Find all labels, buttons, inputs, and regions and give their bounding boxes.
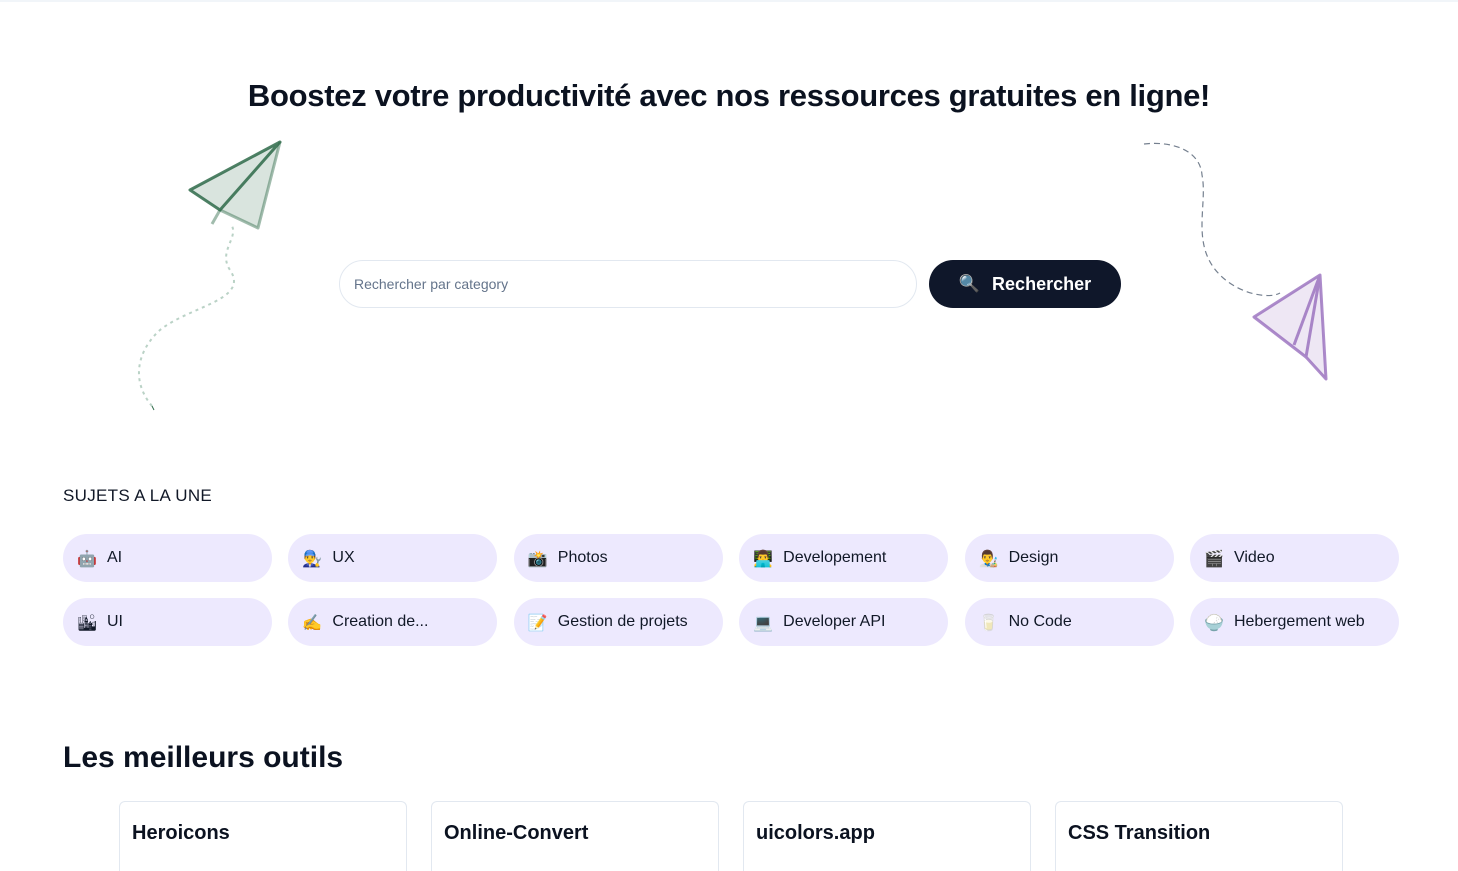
artist-icon: 👨‍🎨 xyxy=(978,548,999,568)
topic-chip-creation[interactable]: ✍️ Creation de... xyxy=(288,598,498,646)
search-input[interactable] xyxy=(339,260,917,308)
topic-chip-label: Hebergement web xyxy=(1233,613,1365,630)
hero-title: Boostez votre productivité avec nos ress… xyxy=(247,78,1211,113)
topic-chip-label: Gestion de projets xyxy=(557,613,688,630)
topic-chip-developer-api[interactable]: 💻 Developer API xyxy=(739,598,949,646)
tool-card-css-transition[interactable]: CSS Transition xyxy=(1055,801,1343,871)
memo-icon: 📝 xyxy=(527,612,548,632)
top-divider xyxy=(0,0,1458,2)
search-button[interactable]: 🔍 Rechercher xyxy=(929,260,1121,308)
topic-chip-label: No Code xyxy=(1008,613,1072,630)
rice-bowl-icon: 🍚 xyxy=(1203,612,1224,632)
topic-chip-developement[interactable]: 👨‍💻 Developement xyxy=(739,534,949,582)
clapper-board-icon: 🎬 xyxy=(1203,548,1224,568)
mechanic-icon: 👨‍🔧 xyxy=(302,548,323,568)
tool-cards: Heroicons Online-Convert uicolors.app CS… xyxy=(119,801,1343,871)
tool-card-title: uicolors.app xyxy=(756,822,875,844)
paper-plane-left-icon xyxy=(137,140,282,411)
tool-card-title: Heroicons xyxy=(132,822,230,844)
featured-topics-label: SUJETS A LA UNE xyxy=(63,486,213,505)
topic-chip-label: UX xyxy=(332,549,355,566)
tool-card-heroicons[interactable]: Heroicons xyxy=(119,801,407,871)
milk-glass-icon: 🥛 xyxy=(978,612,999,632)
topic-chip-ui[interactable]: 🏙 UI xyxy=(63,598,272,646)
featured-topics-grid: 🤖 AI 👨‍🔧 UX 📸 Photos 👨‍💻 Developement 👨‍… xyxy=(63,534,1399,646)
tool-card-title: CSS Transition xyxy=(1068,822,1211,844)
topic-chip-label: Design xyxy=(1008,549,1059,566)
topic-chip-design[interactable]: 👨‍🎨 Design xyxy=(964,534,1174,582)
search-button-label: Rechercher xyxy=(992,273,1092,294)
paper-plane-right-icon xyxy=(1143,142,1328,381)
topic-chip-hebergement-web[interactable]: 🍚 Hebergement web xyxy=(1189,598,1399,646)
topic-chip-video[interactable]: 🎬 Video xyxy=(1189,534,1399,582)
topic-chip-label: UI xyxy=(107,613,123,630)
best-tools-title: Les meilleurs outils xyxy=(63,741,344,774)
topic-chip-label: Developer API xyxy=(783,613,886,630)
topic-chip-label: Video xyxy=(1233,549,1275,566)
topic-chip-no-code[interactable]: 🥛 No Code xyxy=(964,598,1174,646)
writing-hand-icon: ✍️ xyxy=(302,612,323,632)
tool-card-uicolors[interactable]: uicolors.app xyxy=(743,801,1031,871)
technologist-icon: 👨‍💻 xyxy=(753,548,774,568)
search-icon: 🔍 xyxy=(958,274,981,293)
topic-chip-ai[interactable]: 🤖 AI xyxy=(63,534,272,582)
topic-chip-label: Photos xyxy=(557,549,608,566)
tool-card-title: Online-Convert xyxy=(444,822,589,844)
tool-card-online-convert[interactable]: Online-Convert xyxy=(431,801,719,871)
robot-icon: 🤖 xyxy=(77,548,97,568)
topic-chip-ux[interactable]: 👨‍🔧 UX xyxy=(288,534,498,582)
topic-chip-photos[interactable]: 📸 Photos xyxy=(513,534,723,582)
topic-chip-label: Creation de... xyxy=(332,613,429,630)
topic-chip-label: Developement xyxy=(783,549,887,566)
laptop-icon: 💻 xyxy=(753,612,774,632)
camera-flash-icon: 📸 xyxy=(527,548,548,568)
topic-chip-gestion-de-projets[interactable]: 📝 Gestion de projets xyxy=(513,598,723,646)
topic-chip-label: AI xyxy=(107,549,123,566)
cityscape-icon: 🏙 xyxy=(77,612,98,632)
